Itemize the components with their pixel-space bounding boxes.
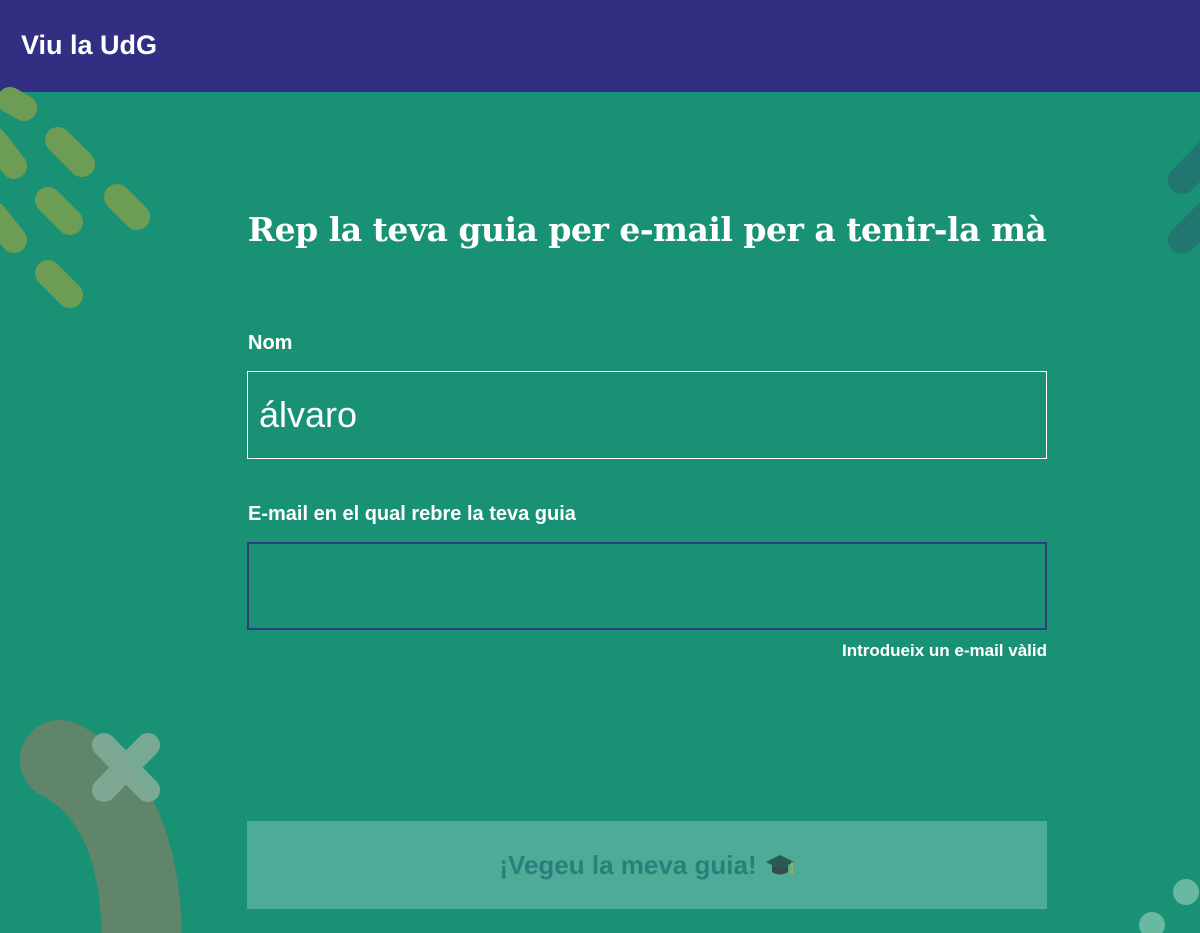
brand-title[interactable]: Viu la UdG	[21, 27, 157, 63]
name-label: Nom	[248, 332, 293, 354]
email-label: E-mail en el qual rebre la teva guia	[248, 503, 576, 525]
email-error-message: Introdueix un e-mail vàlid	[842, 641, 1047, 660]
top-bar: Viu la UdG	[0, 0, 1200, 92]
view-guide-button[interactable]: ¡Vegeu la meva guia!	[247, 821, 1047, 909]
view-guide-button-label: ¡Vegeu la meva guia!	[499, 849, 757, 880]
email-input[interactable]	[247, 542, 1047, 630]
graduation-cap-icon	[765, 855, 794, 875]
page-title: Rep la teva guia per e-mail per a tenir-…	[247, 210, 1047, 249]
background-decoration	[0, 87, 1200, 933]
name-input[interactable]	[247, 371, 1047, 459]
